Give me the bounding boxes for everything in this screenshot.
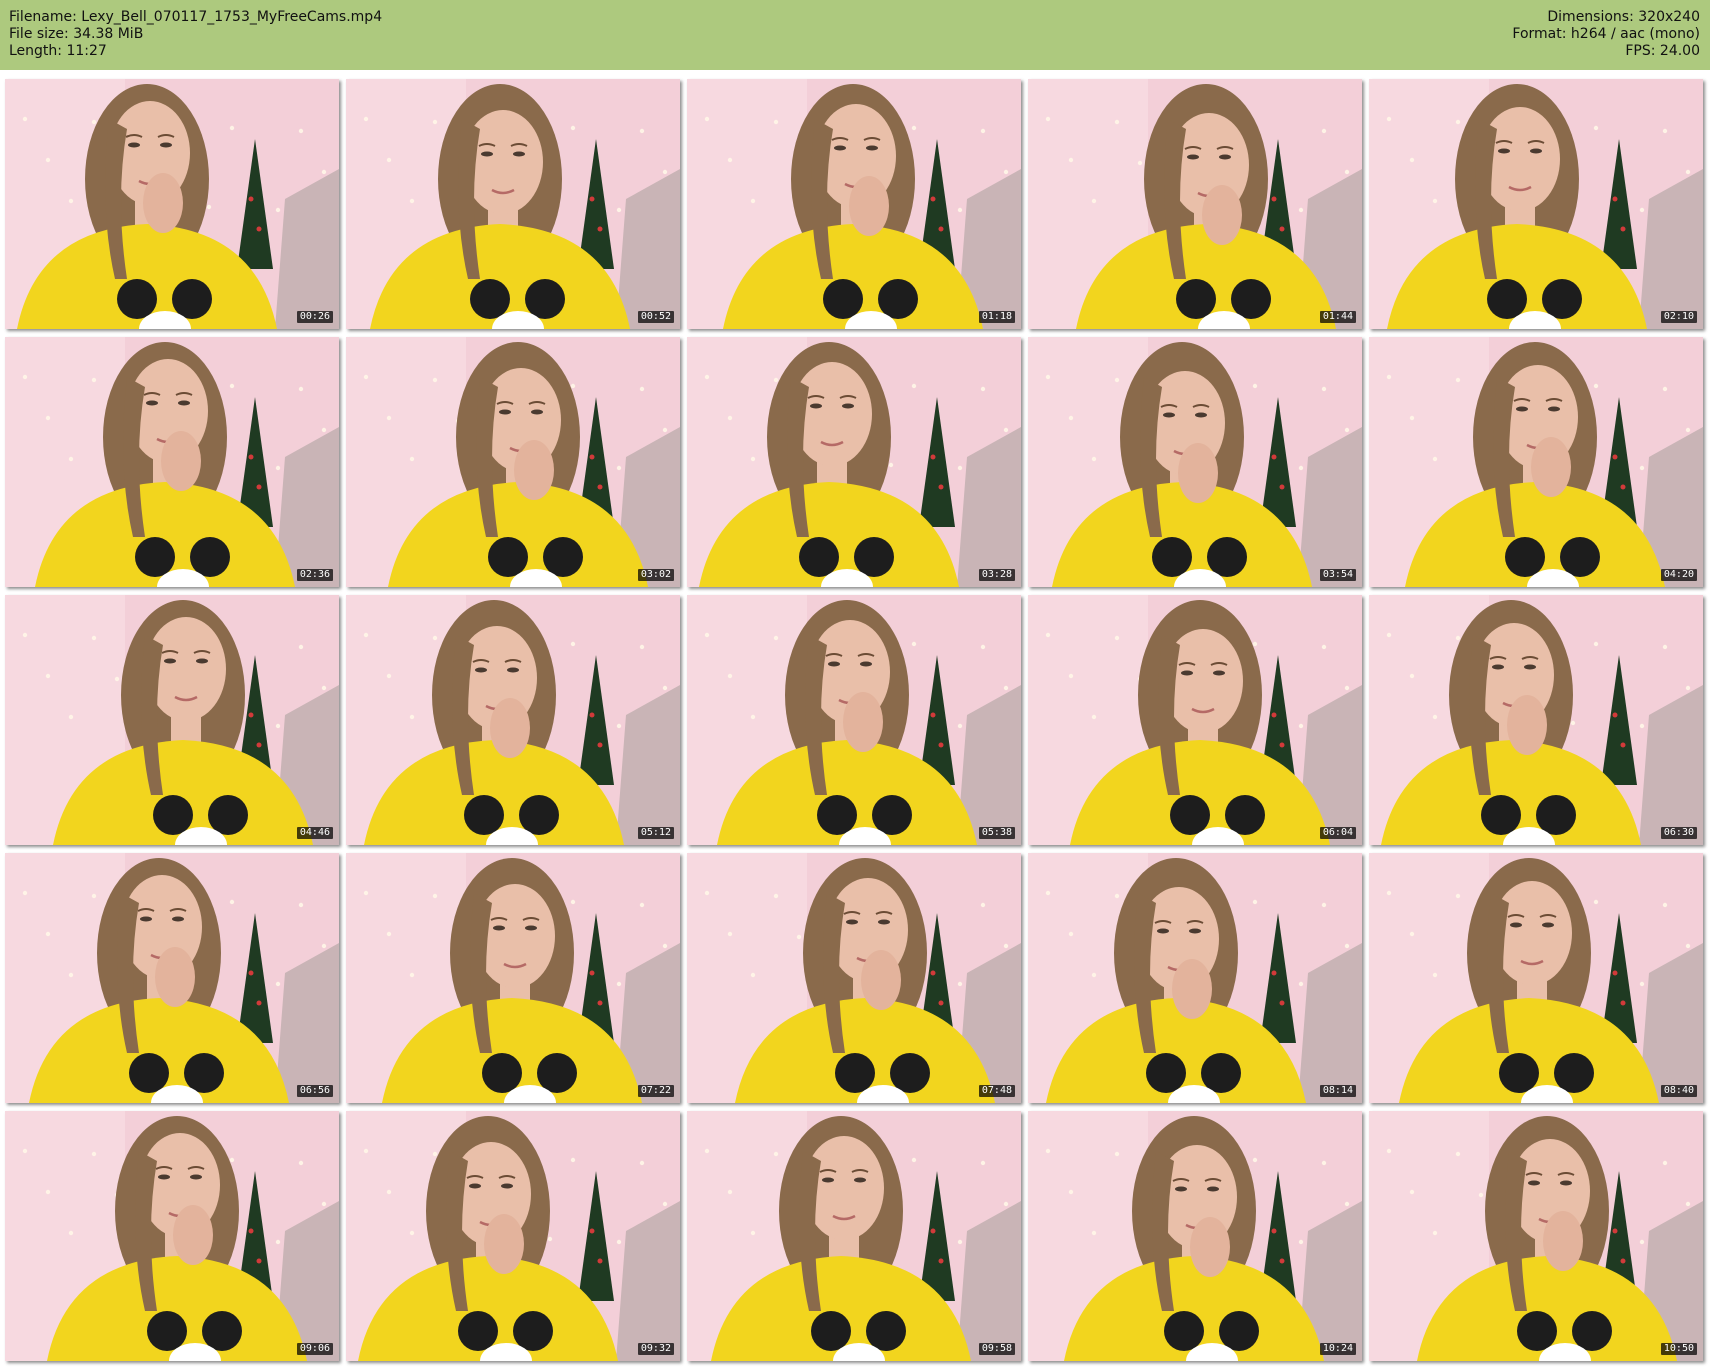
timestamp-label: 03:54 bbox=[1319, 569, 1356, 581]
video-frame-image bbox=[5, 337, 339, 587]
timestamp-label: 08:40 bbox=[1660, 1085, 1697, 1097]
video-frame-image bbox=[346, 79, 680, 329]
timestamp-label: 09:06 bbox=[296, 1343, 333, 1355]
thumbnail[interactable]: 01:44 bbox=[1028, 79, 1362, 329]
timestamp-label: 10:24 bbox=[1319, 1343, 1356, 1355]
thumbnail[interactable]: 00:26 bbox=[5, 79, 339, 329]
video-frame-image bbox=[1369, 79, 1703, 329]
thumbnail[interactable]: 02:10 bbox=[1369, 79, 1703, 329]
thumbnail-grid: 00:26 00:52 01:18 01:44 02:10 02:36 03:0… bbox=[0, 76, 1710, 1370]
thumbnail[interactable]: 07:48 bbox=[687, 853, 1021, 1103]
timestamp-label: 01:18 bbox=[978, 311, 1015, 323]
timestamp-label: 04:20 bbox=[1660, 569, 1697, 581]
file-info-right: Dimensions: 320x240 Format: h264 / aac (… bbox=[1512, 9, 1700, 60]
video-frame-image bbox=[346, 1111, 680, 1361]
thumbnail[interactable]: 09:58 bbox=[687, 1111, 1021, 1361]
video-frame-image bbox=[687, 853, 1021, 1103]
thumbnail[interactable]: 09:32 bbox=[346, 1111, 680, 1361]
file-info-header: Filename: Lexy_Bell_070117_1753_MyFreeCa… bbox=[0, 0, 1710, 70]
video-frame-image bbox=[687, 1111, 1021, 1361]
video-frame-image bbox=[1028, 337, 1362, 587]
thumbnail[interactable]: 07:22 bbox=[346, 853, 680, 1103]
format-text: Format: h264 / aac (mono) bbox=[1512, 26, 1700, 42]
video-frame-image bbox=[687, 337, 1021, 587]
timestamp-label: 08:14 bbox=[1319, 1085, 1356, 1097]
filesize-text: File size: 34.38 MiB bbox=[9, 26, 144, 42]
timestamp-label: 05:38 bbox=[978, 827, 1015, 839]
video-frame-image bbox=[1028, 595, 1362, 845]
thumbnail[interactable]: 10:24 bbox=[1028, 1111, 1362, 1361]
video-frame-image bbox=[1369, 1111, 1703, 1361]
timestamp-label: 05:12 bbox=[637, 827, 674, 839]
thumbnail[interactable]: 06:56 bbox=[5, 853, 339, 1103]
thumbnail[interactable]: 02:36 bbox=[5, 337, 339, 587]
video-frame-image bbox=[1369, 595, 1703, 845]
timestamp-label: 07:48 bbox=[978, 1085, 1015, 1097]
thumbnail[interactable]: 03:28 bbox=[687, 337, 1021, 587]
video-frame-image bbox=[1028, 853, 1362, 1103]
file-info-left: Filename: Lexy_Bell_070117_1753_MyFreeCa… bbox=[9, 9, 382, 60]
timestamp-label: 00:26 bbox=[296, 311, 333, 323]
thumbnail[interactable]: 03:54 bbox=[1028, 337, 1362, 587]
thumbnail[interactable]: 10:50 bbox=[1369, 1111, 1703, 1361]
timestamp-label: 06:30 bbox=[1660, 827, 1697, 839]
thumbnail[interactable]: 09:06 bbox=[5, 1111, 339, 1361]
thumbnail[interactable]: 04:46 bbox=[5, 595, 339, 845]
video-frame-image bbox=[346, 853, 680, 1103]
thumbnail[interactable]: 00:52 bbox=[346, 79, 680, 329]
timestamp-label: 09:32 bbox=[637, 1343, 674, 1355]
video-frame-image bbox=[1369, 337, 1703, 587]
length-text: Length: 11:27 bbox=[9, 43, 107, 59]
thumbnail[interactable]: 05:38 bbox=[687, 595, 1021, 845]
thumbnail[interactable]: 06:04 bbox=[1028, 595, 1362, 845]
video-frame-image bbox=[687, 79, 1021, 329]
timestamp-label: 02:10 bbox=[1660, 311, 1697, 323]
timestamp-label: 07:22 bbox=[637, 1085, 674, 1097]
video-frame-image bbox=[1028, 1111, 1362, 1361]
thumbnail[interactable]: 01:18 bbox=[687, 79, 1021, 329]
video-frame-image bbox=[5, 1111, 339, 1361]
timestamp-label: 02:36 bbox=[296, 569, 333, 581]
timestamp-label: 10:50 bbox=[1660, 1343, 1697, 1355]
timestamp-label: 04:46 bbox=[296, 827, 333, 839]
video-frame-image bbox=[1369, 853, 1703, 1103]
thumbnail[interactable]: 06:30 bbox=[1369, 595, 1703, 845]
timestamp-label: 01:44 bbox=[1319, 311, 1356, 323]
video-frame-image bbox=[5, 853, 339, 1103]
timestamp-label: 00:52 bbox=[637, 311, 674, 323]
timestamp-label: 09:58 bbox=[978, 1343, 1015, 1355]
video-frame-image bbox=[1028, 79, 1362, 329]
thumbnail[interactable]: 04:20 bbox=[1369, 337, 1703, 587]
timestamp-label: 03:28 bbox=[978, 569, 1015, 581]
video-frame-image bbox=[687, 595, 1021, 845]
fps-text: FPS: 24.00 bbox=[1625, 43, 1700, 59]
filename-text: Filename: Lexy_Bell_070117_1753_MyFreeCa… bbox=[9, 9, 383, 25]
thumbnail[interactable]: 05:12 bbox=[346, 595, 680, 845]
thumbnail[interactable]: 08:14 bbox=[1028, 853, 1362, 1103]
video-frame-image bbox=[346, 595, 680, 845]
timestamp-label: 06:56 bbox=[296, 1085, 333, 1097]
dimensions-text: Dimensions: 320x240 bbox=[1547, 9, 1700, 25]
video-frame-image bbox=[5, 79, 339, 329]
thumbnail[interactable]: 03:02 bbox=[346, 337, 680, 587]
timestamp-label: 03:02 bbox=[637, 569, 674, 581]
thumbnail[interactable]: 08:40 bbox=[1369, 853, 1703, 1103]
timestamp-label: 06:04 bbox=[1319, 827, 1356, 839]
video-frame-image bbox=[5, 595, 339, 845]
video-frame-image bbox=[346, 337, 680, 587]
